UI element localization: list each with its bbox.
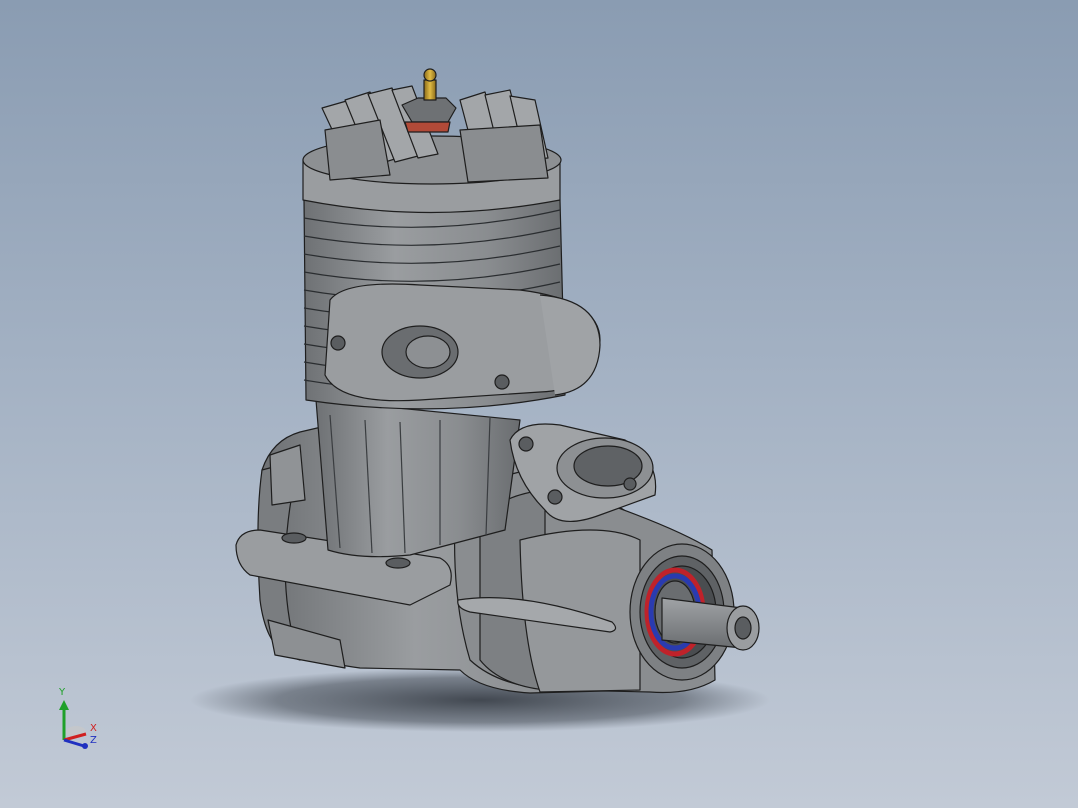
axis-y-label: Y bbox=[59, 687, 66, 698]
engine-model[interactable] bbox=[0, 0, 1078, 808]
graphics-viewport[interactable]: Y X Z bbox=[0, 0, 1078, 808]
axis-z-label: Z bbox=[90, 735, 97, 746]
coordinate-triad[interactable]: Y X Z bbox=[52, 686, 102, 756]
axis-x-label: X bbox=[90, 723, 97, 734]
